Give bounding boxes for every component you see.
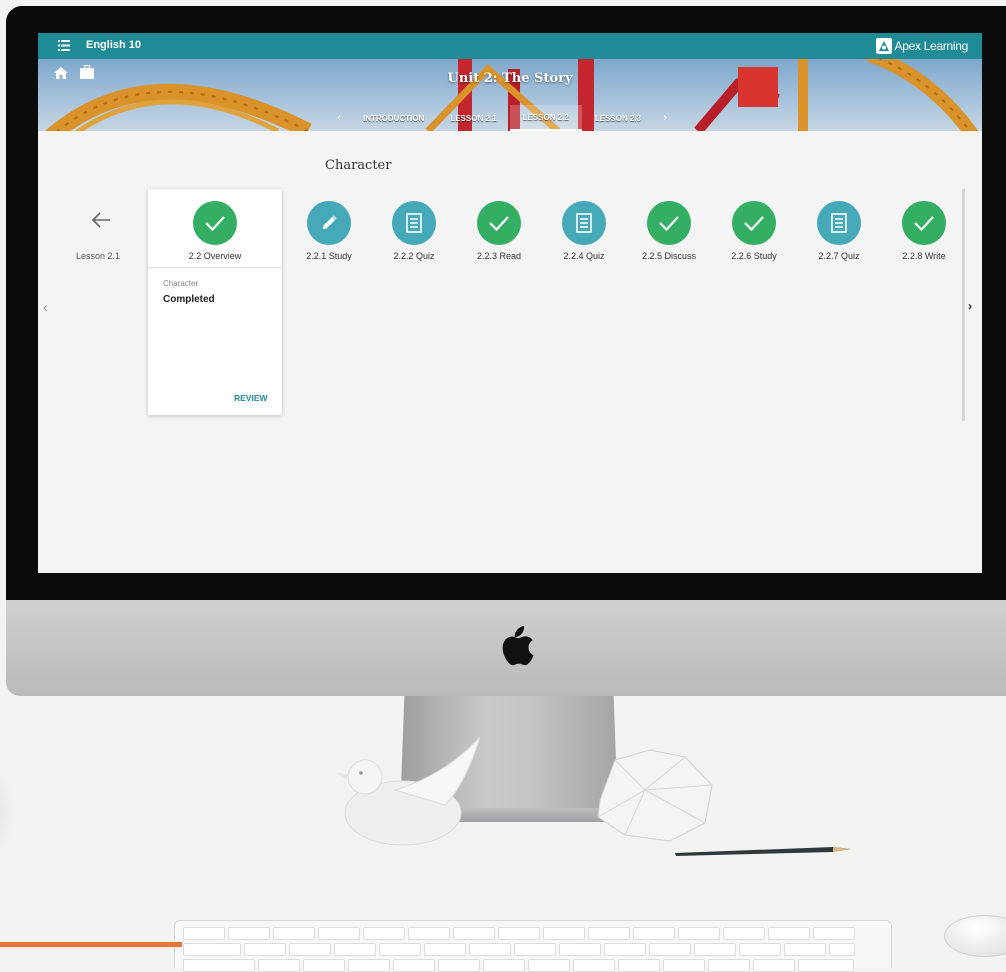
activity-item[interactable]: 2.2.7 Quiz [799,189,879,269]
activity-label: 2.2.7 Quiz [818,251,860,261]
crumpled-paper [597,749,713,842]
activity-item[interactable]: 2.2.3 Read [459,189,539,269]
tabs-next-icon[interactable]: › [654,105,676,131]
activity-label: 2.2.8 Write [902,251,946,261]
keyboard-row [183,959,854,972]
overview-card-header: 2.2 Overview [148,189,282,268]
activity-label: 2.2.5 Discuss [641,251,697,261]
activity-label: 2.2.6 Study [731,251,777,261]
overview-card[interactable]: 2.2 Overview Character Completed REVIEW [148,189,282,415]
overview-card-status: Completed [163,294,215,305]
app-screen: English 10 Apex Learning Unit 2: The Sto… [38,33,982,573]
lesson-content: Character Lesson 2.1 ‹ › 2.2 Overview Ch… [38,131,982,573]
section-title: Character [325,158,392,173]
apex-logo-icon [875,38,892,54]
tab-introduction[interactable]: INTRODUCTION [350,105,437,131]
unit-banner: Unit 2: The Story ‹ INTRODUCTION LESSON … [38,59,982,131]
activity-status-badge [902,201,946,245]
activity-status-badge [647,201,691,245]
desk-shadow [0,770,16,854]
overview-card-label: 2.2 Overview [188,251,242,261]
tabs-prev-icon[interactable]: ‹ [328,105,350,131]
menu-icon[interactable] [58,40,70,51]
activity-item[interactable]: 2.2.1 Study [289,189,369,269]
check-icon [659,216,679,232]
pencil-object [675,847,851,856]
unit-title: Unit 2: The Story [447,71,573,86]
carousel-prev-icon[interactable]: ‹ [43,299,48,315]
activity-label: 2.2.2 Quiz [393,251,435,261]
mouse [944,915,1006,957]
quiz-icon [831,213,847,233]
activity-item[interactable]: 2.2.5 Discuss [629,189,709,269]
carousel-next-icon[interactable]: › [968,299,972,313]
accent-line [0,942,182,947]
pencil-icon [323,215,337,229]
overview-status-badge [193,201,237,245]
activity-item[interactable]: 2.2.8 Write [884,189,964,269]
back-lesson-link[interactable]: Lesson 2.1 [76,251,120,261]
check-icon [489,216,509,232]
brand-name: Apex Learning [894,39,969,53]
keyboard-row [183,927,855,940]
activity-status-badge [392,201,436,245]
quiz-icon [576,213,592,233]
apple-logo-icon [502,626,534,666]
activity-item[interactable]: 2.2.6 Study [714,189,794,269]
overview-card-subtitle: Character [163,279,199,288]
brand: Apex Learning [875,37,969,55]
review-button[interactable]: REVIEW [234,393,268,403]
back-arrow-icon[interactable] [90,211,112,229]
activity-label: 2.2.1 Study [306,251,352,261]
activity-status-badge [732,201,776,245]
activity-label: 2.2.3 Read [476,251,522,261]
quiz-icon [406,213,422,233]
tab-lesson-2-1[interactable]: LESSON 2.1 [437,105,509,131]
activity-label: 2.2.4 Quiz [563,251,605,261]
check-icon [205,216,225,232]
tab-lesson-2-2[interactable]: LESSON 2.2 [509,105,582,131]
course-title: English 10 [86,39,142,51]
top-bar: English 10 Apex Learning [38,33,982,59]
activity-status-badge [307,201,351,245]
bird-figurine [335,736,481,846]
lesson-tabs: ‹ INTRODUCTION LESSON 2.1 LESSON 2.2 LES… [328,105,676,131]
activity-status-badge [817,201,861,245]
keyboard [174,920,892,972]
keyboard-row [183,943,855,956]
check-icon [914,216,934,232]
activity-status-badge [477,201,521,245]
check-icon [744,216,764,232]
activity-item[interactable]: 2.2.4 Quiz [544,189,624,269]
tab-lesson-2-3[interactable]: LESSON 2.3 [582,105,654,131]
activity-item[interactable]: 2.2.2 Quiz [374,189,454,269]
activity-status-badge [562,201,606,245]
